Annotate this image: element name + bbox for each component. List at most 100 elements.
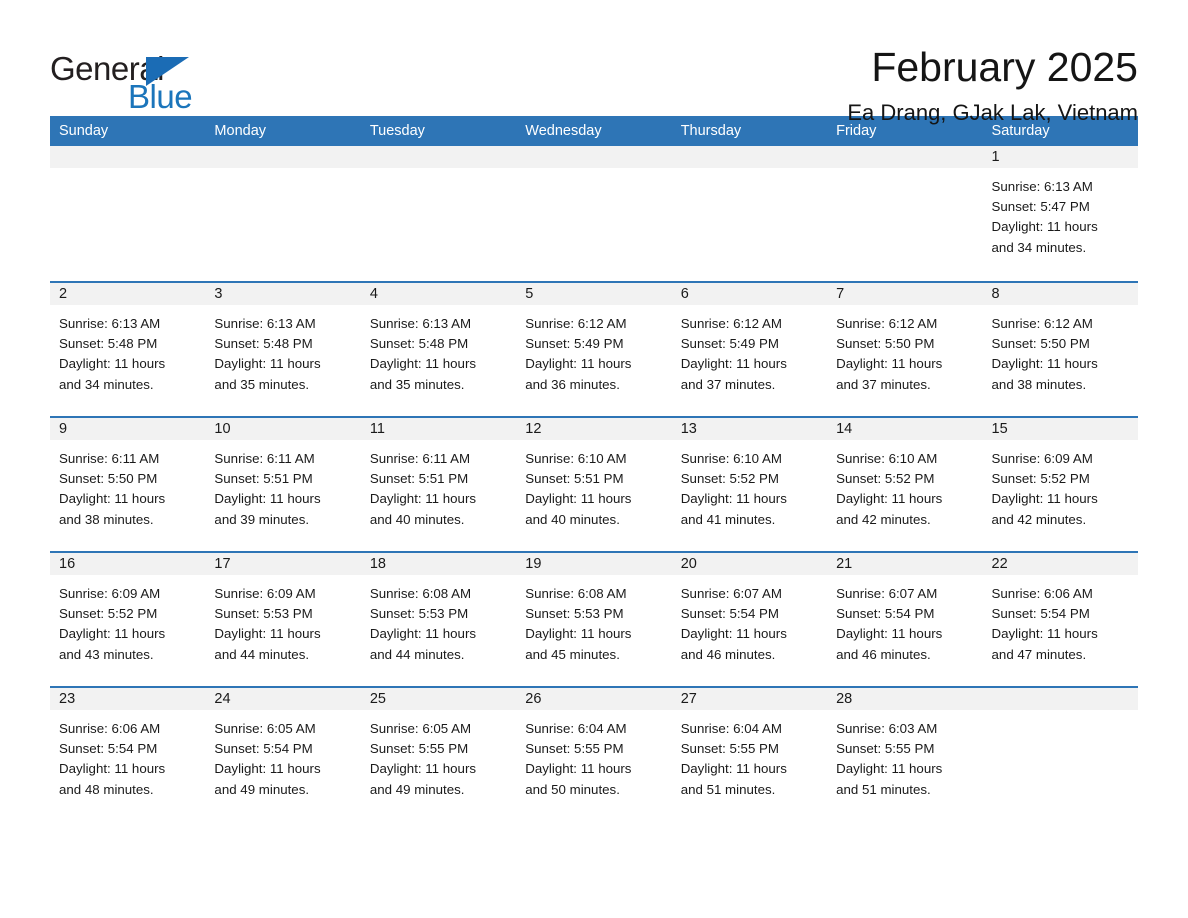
day-detail-line: Sunrise: 6:09 AM bbox=[59, 586, 161, 601]
calendar-week-row: 23 Sunrise: 6:06 AM Sunset: 5:54 PM Dayligh… bbox=[50, 686, 1138, 821]
day-detail-line: and 37 minutes. bbox=[836, 376, 931, 392]
day-detail-line: Daylight: 11 hours bbox=[991, 491, 1098, 507]
day-detail-block: Sunrise: 6:03 AM Sunset: 5:55 PM Daylight:… bbox=[827, 710, 982, 800]
general-blue-logo[interactable]: General Blue bbox=[50, 44, 230, 114]
day-detail-line: Sunset: 5:52 PM bbox=[836, 471, 935, 487]
day-detail-line: Daylight: 11 hours bbox=[214, 356, 321, 372]
day-number: 18 bbox=[369, 556, 386, 572]
day-detail-line: Sunset: 5:49 PM bbox=[680, 336, 779, 352]
day-detail-line: Sunrise: 6:12 AM bbox=[991, 316, 1093, 331]
day-detail-line: Sunset: 5:48 PM bbox=[59, 336, 158, 352]
day-detail-block: Sunrise: 6:08 AM Sunset: 5:53 PM Daylight:… bbox=[516, 575, 671, 665]
day-number: 8 bbox=[991, 286, 1000, 302]
day-detail-line: and 35 minutes. bbox=[214, 376, 310, 392]
day-cell-22[interactable]: 22 Sunrise: 6:06 AM Sunset: 5:54 PM Dayligh… bbox=[982, 553, 1138, 686]
day-cell-14[interactable]: 14 Sunrise: 6:10 AM Sunset: 5:52 PM Dayligh… bbox=[827, 418, 983, 551]
calendar-weeks: 1 Sunrise: 6:13 AM Sunset: 5:47 PM Daylight… bbox=[50, 146, 1138, 821]
day-number-band: 15 bbox=[982, 418, 1138, 440]
day-cell-27[interactable]: 27 Sunrise: 6:04 AM Sunset: 5:55 PM Dayligh… bbox=[671, 688, 828, 821]
day-cell-13[interactable]: 13 Sunrise: 6:10 AM Sunset: 5:52 PM Dayligh… bbox=[671, 418, 828, 551]
day-detail-line: Sunrise: 6:08 AM bbox=[525, 586, 627, 601]
day-cell-20[interactable]: 20 Sunrise: 6:07 AM Sunset: 5:54 PM Dayligh… bbox=[671, 553, 828, 686]
day-detail-line: Sunrise: 6:04 AM bbox=[680, 721, 782, 736]
day-number: 25 bbox=[369, 691, 386, 707]
day-number: 15 bbox=[991, 421, 1008, 437]
weekday-header-tuesday: Tuesday bbox=[369, 123, 425, 139]
day-detail-line: and 42 minutes. bbox=[836, 511, 931, 527]
day-number-band: 27 bbox=[671, 688, 828, 710]
day-detail-block: Sunrise: 6:11 AM Sunset: 5:51 PM Daylight:… bbox=[361, 440, 516, 530]
day-detail-line: Daylight: 11 hours bbox=[525, 356, 632, 372]
day-number: 16 bbox=[59, 556, 76, 572]
day-detail-line: Sunset: 5:54 PM bbox=[680, 606, 779, 622]
day-detail-line: Sunrise: 6:10 AM bbox=[836, 451, 938, 466]
day-cell-17[interactable]: 17 Sunrise: 6:09 AM Sunset: 5:53 PM Dayligh… bbox=[205, 553, 361, 686]
day-detail-line: Sunset: 5:50 PM bbox=[59, 471, 158, 487]
day-detail-line: Daylight: 11 hours bbox=[836, 491, 943, 507]
day-detail-line: and 39 minutes. bbox=[214, 511, 310, 527]
day-cell-28[interactable]: 28 Sunrise: 6:03 AM Sunset: 5:55 PM Dayligh… bbox=[827, 688, 983, 821]
day-number-band: 21 bbox=[827, 553, 983, 575]
day-detail-line: Daylight: 11 hours bbox=[369, 761, 477, 777]
weekday-header-row: Sunday Monday Tuesday Wednesday Thursday Frid… bbox=[50, 116, 1138, 146]
day-detail-line: Sunset: 5:54 PM bbox=[59, 741, 158, 757]
day-number-band: 26 bbox=[516, 688, 672, 710]
calendar-week-row: 1 Sunrise: 6:13 AM Sunset: 5:47 PM Daylight… bbox=[50, 146, 1138, 281]
weekday-header-friday: Friday bbox=[836, 123, 877, 139]
day-detail-line: and 49 minutes. bbox=[214, 781, 310, 797]
day-detail-line: Daylight: 11 hours bbox=[525, 491, 632, 507]
day-cell-18[interactable]: 18 Sunrise: 6:08 AM Sunset: 5:53 PM Dayligh… bbox=[360, 553, 517, 686]
day-cell-8[interactable]: 8 Sunrise: 6:12 AM Sunset: 5:50 PM Daylight… bbox=[982, 283, 1138, 416]
day-cell-25[interactable]: 25 Sunrise: 6:05 AM Sunset: 5:55 PM Dayligh… bbox=[360, 688, 517, 821]
day-detail-line: Sunset: 5:54 PM bbox=[836, 606, 935, 622]
day-detail-block: Sunrise: 6:05 AM Sunset: 5:54 PM Daylight:… bbox=[205, 710, 360, 800]
day-number-band bbox=[205, 146, 361, 168]
day-cell-2[interactable]: 2 Sunrise: 6:13 AM Sunset: 5:48 PM Daylight… bbox=[50, 283, 206, 416]
day-cell-7[interactable]: 7 Sunrise: 6:12 AM Sunset: 5:50 PM Daylight… bbox=[827, 283, 983, 416]
day-cell-23[interactable]: 23 Sunrise: 6:06 AM Sunset: 5:54 PM Dayligh… bbox=[50, 688, 206, 821]
day-cell-15[interactable]: 15 Sunrise: 6:09 AM Sunset: 5:52 PM Dayligh… bbox=[982, 418, 1138, 551]
day-number-band: 9 bbox=[50, 418, 206, 440]
day-detail-line: Sunset: 5:51 PM bbox=[369, 471, 469, 487]
weekday-header-saturday: Saturday bbox=[991, 123, 1050, 139]
day-number-band: 20 bbox=[671, 553, 828, 575]
day-cell-10[interactable]: 10 Sunrise: 6:11 AM Sunset: 5:51 PM Dayligh… bbox=[205, 418, 361, 551]
day-cell-1[interactable]: 1 Sunrise: 6:13 AM Sunset: 5:47 PM Daylight… bbox=[982, 146, 1138, 281]
day-cell-empty bbox=[671, 146, 828, 281]
day-cell-19[interactable]: 19 Sunrise: 6:08 AM Sunset: 5:53 PM Dayligh… bbox=[516, 553, 672, 686]
day-detail-line: and 38 minutes. bbox=[59, 511, 154, 527]
day-number: 23 bbox=[59, 691, 76, 707]
day-detail-line: Sunset: 5:54 PM bbox=[991, 606, 1090, 622]
day-cell-16[interactable]: 16 Sunrise: 6:09 AM Sunset: 5:52 PM Dayligh… bbox=[50, 553, 206, 686]
day-detail-line: Sunset: 5:50 PM bbox=[991, 336, 1090, 352]
day-detail-block: Sunrise: 6:13 AM Sunset: 5:48 PM Daylight:… bbox=[50, 305, 205, 395]
day-detail-block: Sunrise: 6:09 AM Sunset: 5:53 PM Daylight:… bbox=[205, 575, 360, 665]
day-cell-24[interactable]: 24 Sunrise: 6:05 AM Sunset: 5:54 PM Dayligh… bbox=[205, 688, 361, 821]
day-number-band: 23 bbox=[50, 688, 206, 710]
day-cell-26[interactable]: 26 Sunrise: 6:04 AM Sunset: 5:55 PM Dayligh… bbox=[516, 688, 672, 821]
day-cell-11[interactable]: 11 Sunrise: 6:11 AM Sunset: 5:51 PM Dayligh… bbox=[360, 418, 517, 551]
day-detail-line: Sunrise: 6:06 AM bbox=[59, 721, 161, 736]
day-cell-3[interactable]: 3 Sunrise: 6:13 AM Sunset: 5:48 PM Daylight… bbox=[205, 283, 361, 416]
day-number: 11 bbox=[369, 421, 385, 437]
day-detail-block: Sunrise: 6:12 AM Sunset: 5:50 PM Daylight:… bbox=[983, 305, 1138, 395]
day-detail-line: and 41 minutes. bbox=[680, 511, 776, 527]
day-detail-line: Sunset: 5:51 PM bbox=[214, 471, 313, 487]
day-cell-21[interactable]: 21 Sunrise: 6:07 AM Sunset: 5:54 PM Dayligh… bbox=[827, 553, 983, 686]
day-number: 26 bbox=[525, 691, 542, 707]
day-cell-5[interactable]: 5 Sunrise: 6:12 AM Sunset: 5:49 PM Daylight… bbox=[516, 283, 672, 416]
day-cell-12[interactable]: 12 Sunrise: 6:10 AM Sunset: 5:51 PM Dayligh… bbox=[516, 418, 672, 551]
calendar-week-row: 2 Sunrise: 6:13 AM Sunset: 5:48 PM Daylight… bbox=[50, 281, 1138, 416]
day-detail-line: Sunrise: 6:05 AM bbox=[214, 721, 316, 736]
day-cell-empty bbox=[982, 688, 1138, 821]
day-number-band: 14 bbox=[827, 418, 983, 440]
day-detail-line: Daylight: 11 hours bbox=[680, 356, 787, 372]
day-cell-6[interactable]: 6 Sunrise: 6:12 AM Sunset: 5:49 PM Daylight… bbox=[671, 283, 828, 416]
day-detail-line: Daylight: 11 hours bbox=[680, 626, 787, 642]
day-number-band bbox=[50, 146, 206, 168]
day-detail-line: Sunrise: 6:08 AM bbox=[369, 586, 472, 601]
day-number-band: 4 bbox=[360, 283, 517, 305]
day-cell-4[interactable]: 4 Sunrise: 6:13 AM Sunset: 5:48 PM Daylight… bbox=[360, 283, 517, 416]
day-cell-9[interactable]: 9 Sunrise: 6:11 AM Sunset: 5:50 PM Daylight… bbox=[50, 418, 206, 551]
day-number-band: 22 bbox=[982, 553, 1138, 575]
